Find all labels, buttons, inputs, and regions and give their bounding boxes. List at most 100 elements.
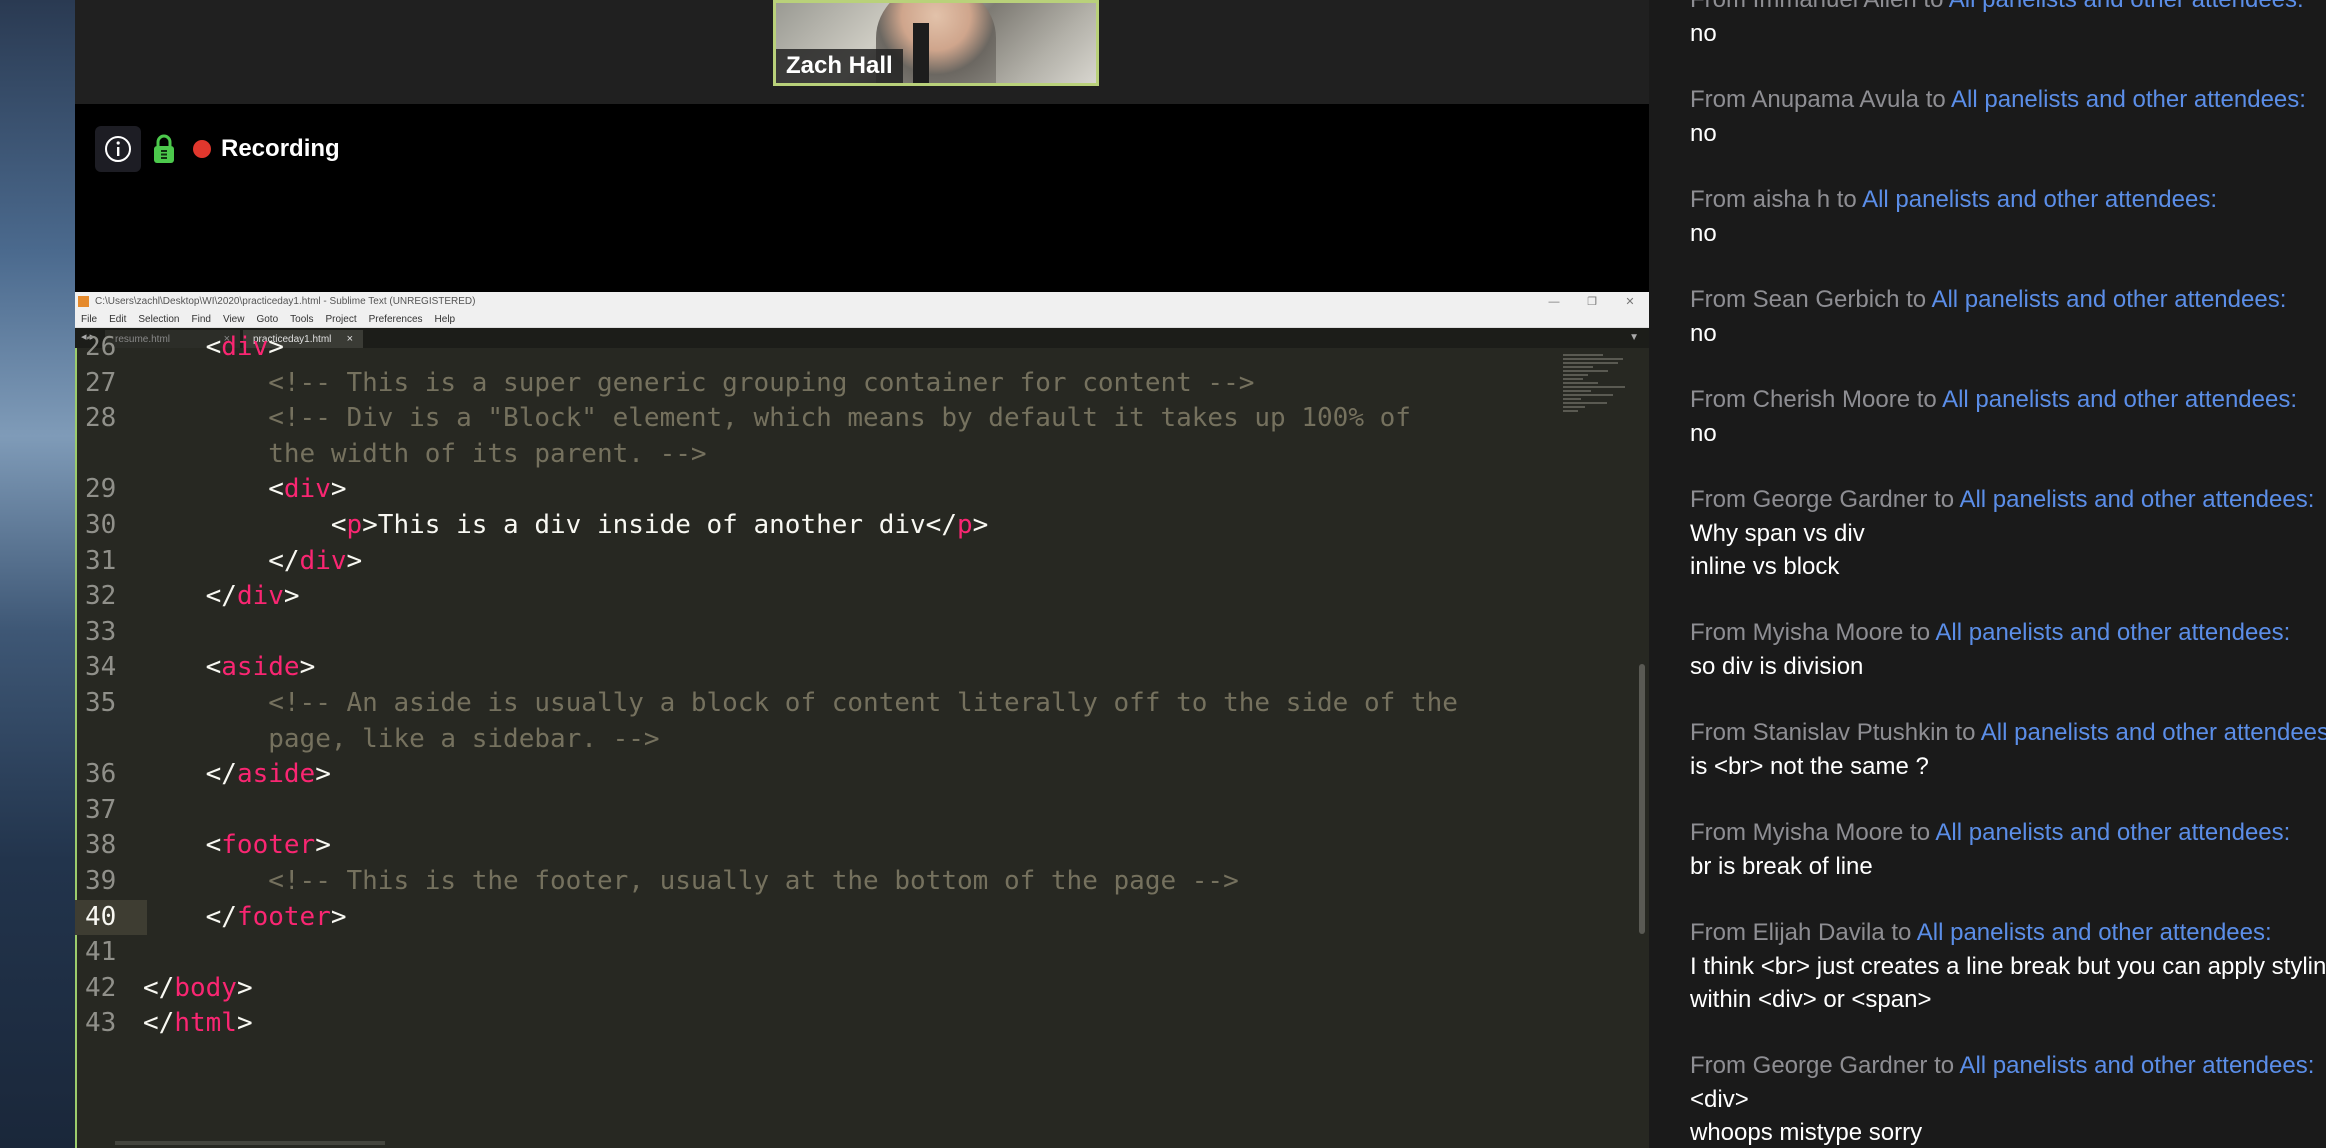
chat-sender: From Myisha Moore to	[1690, 619, 1936, 646]
code-token: <	[205, 830, 222, 861]
code-token: </	[205, 581, 237, 612]
code-token: </	[143, 972, 175, 1003]
chat-message-body: is <br> not the same ?	[1690, 753, 1929, 780]
line-number: 28	[85, 403, 117, 434]
menu-preferences[interactable]: Preferences	[363, 314, 429, 325]
code-line[interactable]: 38 <footer>	[75, 828, 1565, 863]
chat-message: From George Gardner to All panelists and…	[1690, 1049, 2326, 1148]
code-editor[interactable]: 26 <div> 27 <!-- This is a super generic …	[75, 332, 1649, 1148]
chat-message: From aisha h to All panelists and other …	[1690, 183, 2326, 250]
tag-name: html	[174, 1008, 237, 1039]
info-button[interactable]	[95, 126, 141, 172]
participant-name-tag: Zach Hall	[776, 49, 903, 83]
participant-video-tile[interactable]: Zach Hall	[773, 0, 1099, 86]
menu-view[interactable]: View	[217, 314, 251, 325]
minimap[interactable]	[1563, 354, 1633, 444]
code-text: <!-- An aside is usually a block of cont…	[143, 686, 1458, 721]
chat-recipient-link[interactable]: All panelists and other attendees:	[1959, 1052, 2314, 1079]
recording-status-bar: Recording	[95, 124, 340, 174]
code-line[interactable]: 31 </div>	[75, 544, 1565, 579]
tab-dropdown-icon[interactable]: ▼	[1629, 332, 1639, 343]
line-number: 35	[85, 688, 117, 718]
menu-edit[interactable]: Edit	[103, 314, 132, 325]
code-line[interactable]: 30 <p>This is a div inside of another di…	[75, 508, 1565, 543]
menu-file[interactable]: File	[75, 314, 103, 325]
chat-message-body: br is break of line	[1690, 853, 1873, 880]
horizontal-scrollbar[interactable]	[115, 1141, 385, 1145]
code-line[interactable]: the width of its parent. -->	[75, 437, 1565, 472]
chat-recipient-link[interactable]: All panelists and other attendees:	[1931, 286, 2286, 313]
code-line[interactable]: 32 </div>	[75, 579, 1565, 614]
chat-recipient-link[interactable]: All panelists and other attendees:	[1935, 619, 2290, 646]
code-text: </div>	[143, 544, 362, 579]
chat-recipient-link[interactable]: All panelists and other attendees:	[1951, 86, 2306, 113]
chat-message: From Cherish Moore to All panelists and …	[1690, 383, 2326, 450]
chat-message-body: no	[1690, 420, 1717, 447]
chat-sender: From George Gardner to	[1690, 1052, 1960, 1079]
window-title: C:\Users\zachl\Desktop\WI\2020\practiced…	[95, 296, 476, 307]
code-line[interactable]: 35 <!-- An aside is usually a block of c…	[75, 686, 1565, 721]
code-line[interactable]: 36 </aside>	[75, 757, 1565, 792]
code-line[interactable]: 39 <!-- This is the footer, usually at t…	[75, 864, 1565, 899]
code-line[interactable]: 27 <!-- This is a super generic grouping…	[75, 366, 1565, 401]
close-button[interactable]: ✕	[1611, 292, 1649, 311]
chat-message-header: From Sean Gerbich to All panelists and o…	[1690, 283, 2326, 317]
code-line[interactable]: page, like a sidebar. -->	[75, 722, 1565, 757]
menu-project[interactable]: Project	[320, 314, 363, 325]
tag-name: footer	[221, 830, 316, 861]
chat-message-body: within <div> or <span>	[1690, 986, 1932, 1013]
chat-sender: From Stanislav Ptushkin to	[1690, 719, 1981, 746]
chat-sender: From Cherish Moore to	[1690, 386, 1943, 413]
menu-tools[interactable]: Tools	[284, 314, 319, 325]
line-number: 26	[85, 332, 117, 362]
code-line[interactable]: 29 <div>	[75, 472, 1565, 507]
restore-button[interactable]: ❐	[1573, 292, 1611, 311]
line-number: 40	[75, 899, 147, 935]
chat-message-body: Why span vs div	[1690, 520, 1865, 547]
code-line[interactable]: 43 </html>	[75, 1006, 1565, 1041]
code-line[interactable]: 34 <aside>	[75, 650, 1565, 685]
chat-recipient-link[interactable]: All panelists and other attendees:	[1981, 719, 2326, 746]
menu-goto[interactable]: Goto	[250, 314, 284, 325]
menu-help[interactable]: Help	[429, 314, 462, 325]
vertical-scrollbar[interactable]	[1639, 664, 1645, 934]
chat-sender: From Myisha Moore to	[1690, 819, 1936, 846]
chat-recipient-link[interactable]: All panelists and other attendees:	[1949, 0, 2304, 13]
line-number: 33	[85, 616, 117, 647]
sublime-app-icon	[78, 296, 89, 307]
chat-recipient-link[interactable]: All panelists and other attendees:	[1935, 819, 2290, 846]
code-token: >This is a div inside of another div</	[362, 510, 957, 540]
chat-recipient-link[interactable]: All panelists and other attendees:	[1959, 486, 2314, 513]
minimize-button[interactable]: —	[1535, 292, 1573, 311]
encryption-lock-icon[interactable]	[151, 134, 177, 164]
code-text: <aside>	[143, 650, 316, 685]
chat-message-header: From aisha h to All panelists and other …	[1690, 183, 2326, 217]
code-text: </body>	[143, 971, 253, 1006]
comment-text: the width of its parent. -->	[268, 438, 707, 469]
code-line[interactable]: 40 </footer>	[75, 899, 1565, 935]
chat-recipient-link[interactable]: All panelists and other attendees:	[1917, 919, 2272, 946]
sublime-text-window: C:\Users\zachl\Desktop\WI\2020\practiced…	[75, 292, 1649, 1148]
chat-message-body: whoops mistype sorry	[1690, 1119, 1923, 1146]
menu-find[interactable]: Find	[186, 314, 217, 325]
code-token: <	[330, 510, 347, 540]
code-line[interactable]: 33	[75, 615, 1565, 650]
line-number: 32	[85, 581, 117, 612]
menu-bar: File Edit Selection Find View Goto Tools…	[75, 311, 1649, 328]
code-line[interactable]: 42 </body>	[75, 971, 1565, 1006]
code-line[interactable]: 28 <!-- Div is a "Block" element, which …	[75, 401, 1565, 436]
zoom-video-area: Zach Hall	[75, 0, 1649, 104]
code-line[interactable]: 37	[75, 793, 1565, 828]
menu-selection[interactable]: Selection	[132, 314, 185, 325]
code-line[interactable]: 26 <div>	[75, 330, 1565, 365]
code-token: <	[205, 652, 222, 683]
chat-recipient-link[interactable]: All panelists and other attendees:	[1942, 386, 2297, 413]
chat-message: From Immanuel Allen to All panelists and…	[1690, 0, 2326, 50]
chat-message-body: <div>	[1690, 1086, 1749, 1113]
line-number: 39	[85, 866, 117, 896]
chat-message-header: From George Gardner to All panelists and…	[1690, 1049, 2326, 1083]
code-line[interactable]: 41	[75, 935, 1565, 970]
chat-recipient-link[interactable]: All panelists and other attendees:	[1862, 186, 2217, 213]
chat-message-body: no	[1690, 220, 1717, 247]
line-number: 38	[85, 830, 117, 861]
